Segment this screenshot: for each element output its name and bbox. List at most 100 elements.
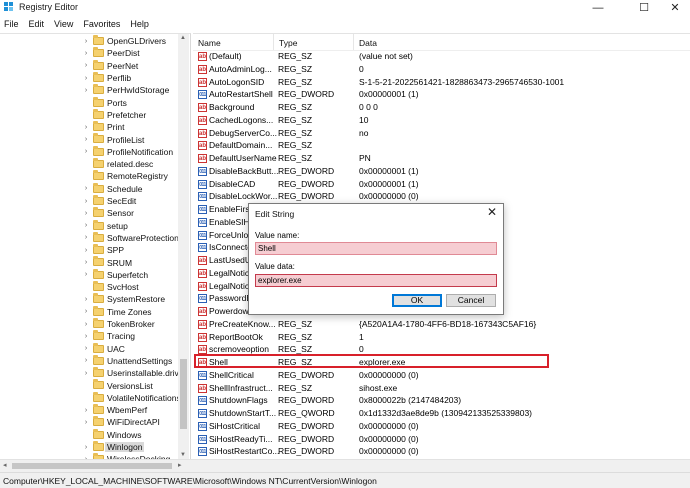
chevron-right-icon[interactable]: › bbox=[82, 321, 90, 328]
tree-item[interactable]: › SRUM bbox=[0, 256, 178, 268]
chevron-right-icon[interactable]: › bbox=[82, 271, 90, 278]
registry-value-row[interactable]: 011 DisableBackButt... REG_DWORD 0x00000001… bbox=[193, 165, 690, 178]
tree-item[interactable]: › WiFiDirectAPI bbox=[0, 416, 178, 428]
key-tree-pane[interactable]: › OpenGLDrivers › PeerDist › PeerNet › Perflib ›… bbox=[0, 33, 191, 459]
tree-item[interactable]: VolatileNotifications bbox=[0, 391, 181, 404]
tree-item[interactable]: › Perflib bbox=[0, 71, 178, 84]
column-header-data[interactable]: Data bbox=[359, 38, 377, 48]
tree-item[interactable]: › Time Zones bbox=[0, 305, 178, 318]
menu-edit[interactable]: Edit bbox=[24, 19, 50, 29]
scroll-thumb[interactable] bbox=[12, 463, 172, 469]
registry-value-row[interactable]: ab Background REG_SZ 0 0 0 bbox=[193, 101, 690, 114]
tree-item[interactable]: SvcHost bbox=[0, 281, 178, 293]
tree-item[interactable]: › Print bbox=[0, 121, 178, 133]
registry-value-row[interactable]: ab PreCreateKnow... REG_SZ {A520A1A4-1780-4… bbox=[193, 318, 690, 331]
chevron-right-icon[interactable]: › bbox=[82, 333, 90, 340]
registry-value-row[interactable]: 011 DisableCAD REG_DWORD 0x00000001 (1) bbox=[193, 178, 690, 191]
tree-item[interactable]: › PerHwIdStorage bbox=[0, 84, 178, 96]
chevron-right-icon[interactable]: › bbox=[82, 259, 90, 266]
registry-value-row[interactable]: ab AutoLogonSID REG_SZ S-1-5-21-2022561421-… bbox=[193, 76, 690, 89]
tree-item[interactable]: related.desc bbox=[0, 158, 178, 170]
registry-value-row[interactable]: 011 SiHostReadyTi... REG_DWORD 0x00000000 (… bbox=[193, 433, 690, 446]
chevron-right-icon[interactable]: › bbox=[82, 444, 90, 451]
value-name-field[interactable]: Shell bbox=[255, 242, 497, 255]
scroll-up-icon[interactable]: ▲ bbox=[180, 35, 186, 41]
tree-item[interactable]: › Tracing bbox=[0, 330, 178, 342]
chevron-right-icon[interactable]: › bbox=[82, 370, 90, 377]
maximize-button[interactable]: ☐ bbox=[624, 0, 664, 15]
tree-item[interactable]: › Superfetch bbox=[0, 268, 178, 281]
chevron-right-icon[interactable]: › bbox=[82, 185, 90, 192]
horizontal-scrollbar[interactable]: ◂ ▸ bbox=[0, 459, 690, 472]
tree-item[interactable]: › Userinstallable.drive bbox=[0, 367, 184, 379]
registry-value-row[interactable]: 011 ShellCritical REG_DWORD 0x00000000 (0) bbox=[193, 369, 690, 382]
scroll-thumb[interactable] bbox=[180, 359, 187, 429]
chevron-right-icon[interactable]: › bbox=[82, 62, 90, 69]
registry-value-row[interactable]: ab DebugServerCo... REG_SZ no bbox=[193, 127, 690, 140]
tree-vertical-scrollbar[interactable]: ▲ ▼ bbox=[178, 34, 189, 459]
tree-item[interactable]: › ProfileList bbox=[0, 133, 178, 145]
registry-value-row[interactable]: ab DefaultDomain... REG_SZ bbox=[193, 139, 690, 152]
menu-favorites[interactable]: Favorites bbox=[78, 19, 125, 29]
tree-item[interactable]: › SoftwareProtectionPl bbox=[0, 231, 186, 244]
chevron-right-icon[interactable]: › bbox=[82, 136, 90, 143]
menu-help[interactable]: Help bbox=[125, 19, 154, 29]
registry-value-row[interactable]: 011 DisableLockWor... REG_DWORD 0x00000000 … bbox=[193, 190, 690, 203]
registry-value-row[interactable]: ab ShellInfrastruct... REG_SZ sihost.exe bbox=[193, 382, 690, 395]
chevron-right-icon[interactable]: › bbox=[82, 124, 90, 131]
tree-item[interactable]: RemoteRegistry bbox=[0, 170, 178, 182]
registry-value-row[interactable]: ab AutoAdminLog... REG_SZ 0 bbox=[193, 63, 690, 76]
chevron-right-icon[interactable]: › bbox=[82, 345, 90, 352]
registry-value-row[interactable]: ab DefaultUserName REG_SZ PN bbox=[193, 152, 690, 165]
registry-value-row[interactable]: ab ReportBootOk REG_SZ 1 bbox=[193, 331, 690, 344]
tree-item[interactable]: › UAC bbox=[0, 342, 178, 355]
chevron-right-icon[interactable]: › bbox=[82, 210, 90, 217]
chevron-right-icon[interactable]: › bbox=[82, 234, 90, 241]
chevron-right-icon[interactable]: › bbox=[82, 222, 90, 229]
tree-item[interactable]: › OpenGLDrivers bbox=[0, 35, 178, 47]
chevron-right-icon[interactable]: › bbox=[82, 198, 90, 205]
tree-item[interactable]: Windows bbox=[0, 428, 178, 441]
registry-value-row[interactable]: ab (Default) REG_SZ (value not set) bbox=[193, 50, 690, 63]
tree-item[interactable]: › WbemPerf bbox=[0, 404, 178, 416]
scroll-left-icon[interactable]: ◂ bbox=[3, 461, 7, 469]
tree-item[interactable]: › TokenBroker bbox=[0, 317, 178, 330]
scroll-right-icon[interactable]: ▸ bbox=[178, 461, 182, 469]
tree-item[interactable]: › SPP bbox=[0, 244, 178, 256]
dialog-close-icon[interactable]: ✕ bbox=[487, 205, 497, 219]
chevron-right-icon[interactable]: › bbox=[82, 247, 90, 254]
tree-item[interactable]: › Schedule bbox=[0, 182, 178, 195]
tree-item[interactable]: › PeerDist bbox=[0, 47, 178, 59]
menu-view[interactable]: View bbox=[49, 19, 78, 29]
registry-value-row[interactable]: 011 ShutdownFlags REG_DWORD 0x8000022b (214… bbox=[193, 394, 690, 407]
chevron-right-icon[interactable]: › bbox=[82, 419, 90, 426]
chevron-right-icon[interactable]: › bbox=[82, 296, 90, 303]
tree-item[interactable]: › setup bbox=[0, 219, 178, 232]
tree-item[interactable]: › UnattendSettings bbox=[0, 354, 178, 367]
tree-item[interactable]: › PeerNet bbox=[0, 59, 178, 72]
tree-item[interactable]: › SecEdit bbox=[0, 194, 178, 207]
column-header-type[interactable]: Type bbox=[279, 38, 297, 48]
registry-value-row[interactable]: 011 AutoRestartShell REG_DWORD 0x00000001 (… bbox=[193, 88, 690, 101]
menu-file[interactable]: File bbox=[0, 19, 24, 29]
chevron-right-icon[interactable]: › bbox=[82, 407, 90, 414]
scroll-down-icon[interactable]: ▼ bbox=[180, 452, 186, 458]
tree-item[interactable]: VersionsList bbox=[0, 379, 178, 391]
ok-button[interactable]: OK bbox=[392, 294, 442, 307]
registry-value-row[interactable]: ab CachedLogons... REG_SZ 10 bbox=[193, 114, 690, 127]
close-button[interactable]: ✕ bbox=[660, 0, 690, 15]
column-header-name[interactable]: Name bbox=[198, 38, 221, 48]
chevron-right-icon[interactable]: › bbox=[82, 148, 90, 155]
tree-item[interactable]: › Sensor bbox=[0, 207, 178, 219]
chevron-right-icon[interactable]: › bbox=[82, 87, 90, 94]
tree-item[interactable]: › ProfileNotification bbox=[0, 145, 178, 158]
column-divider[interactable] bbox=[353, 34, 354, 50]
minimize-button[interactable]: — bbox=[578, 0, 618, 15]
registry-value-row[interactable]: 011 SiHostRestartCo... REG_DWORD 0x00000000… bbox=[193, 445, 690, 458]
tree-item[interactable]: Prefetcher bbox=[0, 108, 178, 121]
chevron-right-icon[interactable]: › bbox=[82, 357, 90, 364]
column-divider[interactable] bbox=[273, 34, 274, 50]
cancel-button[interactable]: Cancel bbox=[446, 294, 496, 307]
registry-value-row[interactable]: 011 ShutdownStartT... REG_QWORD 0x1d1332d3a… bbox=[193, 407, 690, 420]
chevron-right-icon[interactable]: › bbox=[82, 50, 90, 57]
